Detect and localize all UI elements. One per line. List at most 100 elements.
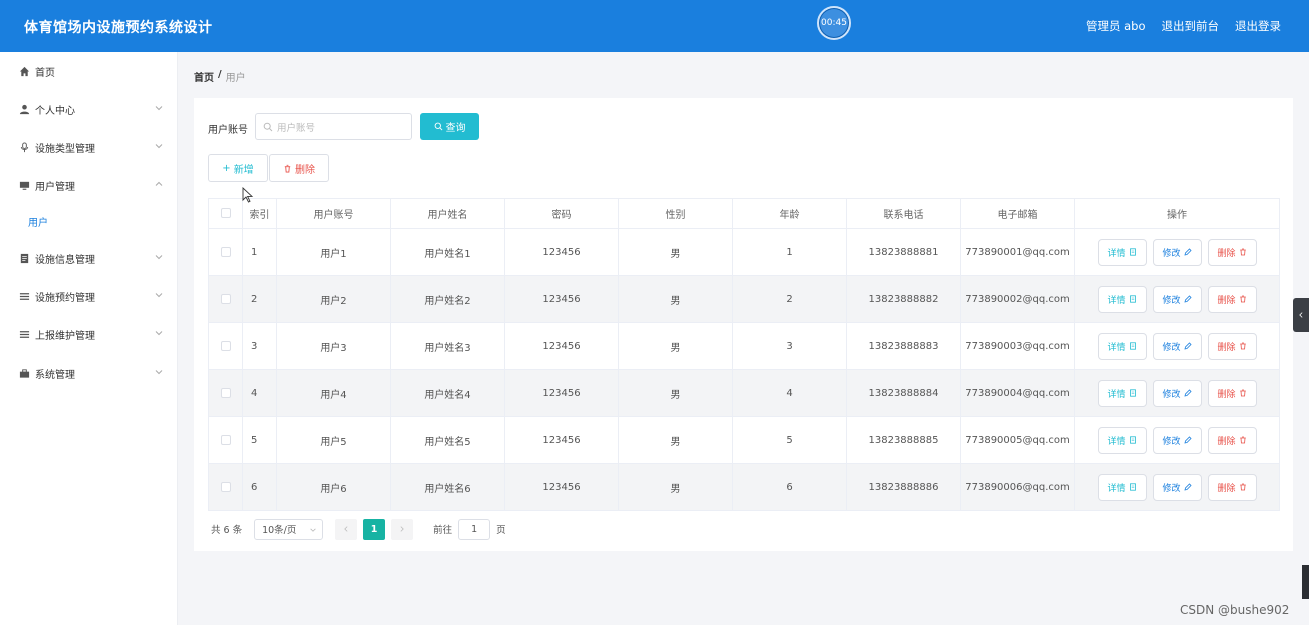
home-icon — [18, 65, 30, 77]
chevron-down-icon — [155, 144, 163, 149]
page-size-select[interactable]: 10条/页 — [254, 518, 324, 540]
table-row: 5 用户5 用户姓名5 123456 男 5 13823888885 773890005@qq… — [208, 416, 1280, 464]
page-size-value: 10条/页 — [262, 525, 297, 536]
sidebar-item-facility-info[interactable]: 设施信息管理 — [0, 239, 178, 277]
sidebar-collapse-toggle[interactable] — [1293, 298, 1309, 332]
cell-gender: 男 — [618, 369, 733, 417]
search-label: 用户账号 — [208, 125, 248, 136]
row-checkbox[interactable] — [208, 322, 243, 370]
edit-button[interactable]: 修改 — [1152, 332, 1202, 360]
sidebar-item-system-management[interactable]: 系统管理 — [0, 354, 178, 392]
row-delete-button[interactable]: 删除 — [1207, 332, 1257, 360]
sidebar: 首页 个人中心 设施类型管理 用户管理 用户 设施信息管理 设施预约管理 上报维… — [0, 52, 178, 625]
add-button[interactable]: + 新增 — [208, 154, 268, 182]
edit-button[interactable]: 修改 — [1152, 473, 1202, 501]
select-all-checkbox[interactable] — [208, 198, 243, 229]
cell-index: 6 — [242, 463, 277, 511]
edit-button[interactable]: 修改 — [1152, 426, 1202, 454]
edit-button-label: 修改 — [1162, 483, 1181, 494]
table-row: 6 用户6 用户姓名6 123456 男 6 13823888886 773890006@qq… — [208, 463, 1280, 511]
edit-button[interactable]: 修改 — [1152, 285, 1202, 313]
header-account: 用户账号 — [276, 198, 391, 229]
goto-page-input[interactable]: 1 — [458, 518, 491, 540]
scroll-handle[interactable] — [1302, 565, 1309, 599]
cell-index: 4 — [242, 369, 277, 417]
cell-index: 1 — [242, 228, 277, 276]
trash-icon — [1239, 342, 1246, 350]
document-icon — [1129, 483, 1136, 491]
sidebar-item-maintenance-report[interactable]: 上报维护管理 — [0, 315, 178, 353]
detail-button[interactable]: 详情 — [1097, 473, 1147, 501]
query-button[interactable]: 查询 — [420, 113, 479, 140]
bulk-delete-button[interactable]: 删除 — [269, 154, 329, 182]
document-icon — [1129, 342, 1136, 350]
edit-button-label: 修改 — [1162, 295, 1181, 306]
goto-label: 前往 — [433, 525, 453, 536]
cell-account: 用户4 — [276, 369, 391, 417]
cell-name: 用户姓名1 — [390, 228, 505, 276]
edit-icon — [1183, 483, 1192, 491]
edit-icon — [1183, 389, 1192, 397]
sidebar-item-label: 设施类型管理 — [35, 143, 95, 155]
search-input[interactable]: 用户账号 — [255, 113, 412, 140]
admin-label: 管理员 abo — [1085, 19, 1146, 33]
timer-badge: 00:45 — [817, 6, 851, 40]
trash-icon — [1239, 248, 1246, 256]
breadcrumb-home[interactable]: 首页 — [194, 69, 214, 84]
logout-link[interactable]: 退出登录 — [1235, 18, 1281, 34]
document-icon — [1129, 248, 1136, 256]
row-delete-button[interactable]: 删除 — [1207, 238, 1257, 266]
next-page-button[interactable] — [391, 518, 414, 540]
cell-index: 2 — [242, 275, 277, 323]
chevron-right-icon — [400, 526, 404, 532]
row-checkbox[interactable] — [208, 463, 243, 511]
sidebar-item-user-management[interactable]: 用户管理 — [0, 166, 178, 204]
header-phone: 联系电话 — [846, 198, 961, 229]
sidebar-subitem-users[interactable]: 用户 — [0, 203, 178, 239]
header-age: 年龄 — [732, 198, 847, 229]
query-button-label: 查询 — [445, 123, 466, 134]
detail-button[interactable]: 详情 — [1097, 379, 1147, 407]
briefcase-icon — [18, 367, 30, 379]
page-number-current[interactable]: 1 — [363, 518, 386, 540]
row-checkbox[interactable] — [208, 228, 243, 276]
cell-name: 用户姓名3 — [390, 322, 505, 370]
search-placeholder: 用户账号 — [277, 122, 316, 134]
row-delete-label: 删除 — [1217, 483, 1236, 494]
detail-button[interactable]: 详情 — [1097, 285, 1147, 313]
row-delete-button[interactable]: 删除 — [1207, 473, 1257, 501]
sidebar-item-personal-center[interactable]: 个人中心 — [0, 90, 178, 128]
prev-page-button[interactable] — [335, 518, 358, 540]
row-delete-button[interactable]: 删除 — [1207, 426, 1257, 454]
sidebar-item-facility-type[interactable]: 设施类型管理 — [0, 128, 178, 166]
cell-phone: 13823888882 — [846, 275, 961, 323]
trash-icon — [1239, 389, 1246, 397]
pagination: 共 6 条 10条/页 1 前往 1 页 — [211, 518, 506, 540]
cell-password: 123456 — [504, 369, 619, 417]
edit-button[interactable]: 修改 — [1152, 379, 1202, 407]
row-delete-button[interactable]: 删除 — [1207, 285, 1257, 313]
sidebar-item-facility-booking[interactable]: 设施预约管理 — [0, 277, 178, 315]
row-checkbox[interactable] — [208, 369, 243, 417]
cell-actions: 详情 修改 删除 — [1074, 369, 1280, 417]
sidebar-item-home[interactable]: 首页 — [0, 52, 178, 90]
row-checkbox[interactable] — [208, 275, 243, 323]
detail-button[interactable]: 详情 — [1097, 332, 1147, 360]
chevron-up-icon — [155, 181, 163, 186]
row-delete-button[interactable]: 删除 — [1207, 379, 1257, 407]
watermark: CSDN @bushe902 — [1180, 603, 1290, 617]
edit-button-label: 修改 — [1162, 436, 1181, 447]
detail-button[interactable]: 详情 — [1097, 238, 1147, 266]
detail-button-label: 详情 — [1107, 342, 1126, 353]
detail-button[interactable]: 详情 — [1097, 426, 1147, 454]
sidebar-item-label: 个人中心 — [35, 105, 75, 117]
cell-account: 用户1 — [276, 228, 391, 276]
list-icon — [18, 290, 30, 302]
trash-icon — [284, 164, 291, 173]
document-icon — [1129, 436, 1136, 444]
add-button-label: 新增 — [233, 164, 254, 176]
row-checkbox[interactable] — [208, 416, 243, 464]
edit-button[interactable]: 修改 — [1152, 238, 1202, 266]
back-to-frontend-link[interactable]: 退出到前台 — [1162, 18, 1220, 34]
page-suffix: 页 — [496, 525, 506, 536]
